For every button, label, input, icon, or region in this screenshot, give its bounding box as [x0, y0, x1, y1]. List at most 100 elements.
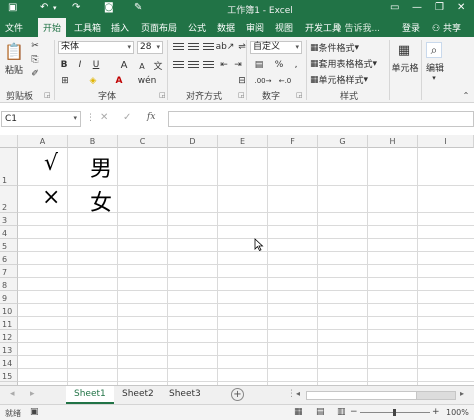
fill-color-icon[interactable]: ◈ [86, 75, 100, 87]
row-header[interactable]: 8 [0, 278, 18, 291]
cut-icon[interactable]: ✂ [30, 41, 40, 51]
share-button[interactable]: ⚇ 共享 [432, 21, 461, 34]
font-size-select[interactable]: 28 ▾ [137, 41, 163, 54]
percent-icon[interactable]: % [273, 59, 285, 71]
zoom-out-icon[interactable]: − [350, 407, 358, 417]
row-header[interactable]: 15 [0, 369, 18, 382]
number-format-select[interactable]: 自定义 ▾ [250, 41, 302, 54]
page-layout-view-icon[interactable]: ▤ [316, 407, 325, 417]
phonetic-icon[interactable]: 文 [152, 59, 164, 72]
font-launcher-icon[interactable]: ◲ [159, 91, 166, 99]
format-painter-icon[interactable]: ✐ [30, 69, 40, 79]
normal-view-icon[interactable]: ▦ [294, 407, 303, 417]
macro-record-icon[interactable]: ▣ [30, 407, 39, 417]
scrollbar-thumb[interactable] [307, 392, 417, 399]
clipboard-launcher-icon[interactable]: ◲ [44, 91, 51, 99]
increase-indent-icon[interactable]: ⇥ [232, 59, 244, 71]
cell-A2[interactable]: × [42, 185, 60, 210]
row-header[interactable]: 11 [0, 317, 18, 330]
enter-icon[interactable]: ✓ [123, 112, 131, 123]
row-header[interactable]: 4 [0, 226, 18, 239]
brush-icon[interactable]: ✎ [134, 2, 142, 13]
save-icon[interactable]: ▣ [8, 2, 17, 13]
tab-insert[interactable]: 插入 [111, 21, 129, 34]
align-right-icon[interactable] [203, 61, 214, 70]
minimize-icon[interactable]: — [412, 2, 422, 13]
add-sheet-icon[interactable]: + [231, 388, 244, 401]
scroll-right-icon[interactable]: ▸ [460, 389, 464, 398]
column-header[interactable]: B [68, 135, 118, 148]
orientation-icon[interactable]: ab↗ [216, 41, 235, 53]
tell-me-search[interactable]: ♀ 告诉我... [335, 21, 380, 34]
tab-formulas[interactable]: 公式 [188, 21, 206, 34]
tab-file[interactable]: 文件 [5, 21, 23, 34]
column-header[interactable]: A [18, 135, 68, 148]
column-header[interactable]: E [218, 135, 268, 148]
row-header[interactable]: 5 [0, 239, 18, 252]
tab-home[interactable]: 开始 [38, 18, 67, 37]
redo-icon[interactable]: ↷ [72, 2, 80, 13]
comma-icon[interactable]: , [290, 59, 302, 71]
font-name-select[interactable]: 宋体 ▾ [58, 41, 134, 54]
column-header[interactable]: H [368, 135, 418, 148]
name-box[interactable]: C1 ▾ [1, 111, 81, 127]
row-header[interactable]: 12 [0, 330, 18, 343]
align-top-icon[interactable] [173, 43, 184, 52]
border-icon[interactable]: ⊞ [58, 75, 72, 87]
paste-button[interactable]: 粘贴 [3, 63, 25, 76]
page-break-view-icon[interactable]: ▥ [337, 407, 346, 417]
decrease-font-icon[interactable]: A [136, 60, 148, 72]
sheet-tab-sheet2[interactable]: Sheet2 [114, 386, 162, 404]
alignment-launcher-icon[interactable]: ◲ [238, 91, 245, 99]
increase-decimal-icon[interactable]: .00→ [254, 75, 272, 87]
column-header[interactable]: C [118, 135, 168, 148]
zoom-in-icon[interactable]: + [432, 407, 440, 417]
sheet-tab-sheet1[interactable]: Sheet1 [66, 386, 114, 404]
prev-sheet-icon[interactable]: ◂ [10, 389, 15, 399]
restore-icon[interactable]: ❐ [435, 2, 444, 13]
row-header[interactable]: 3 [0, 213, 18, 226]
align-left-icon[interactable] [173, 61, 184, 70]
decrease-decimal-icon[interactable]: ←.0 [276, 75, 294, 87]
formula-input[interactable] [168, 111, 474, 127]
row-header[interactable]: 13 [0, 343, 18, 356]
cell-style-button[interactable]: ▦ 单元格样式 ▾ [310, 74, 390, 87]
column-header[interactable]: I [418, 135, 474, 148]
wen-icon[interactable]: wén [138, 75, 157, 87]
column-header[interactable]: G [318, 135, 368, 148]
conditional-format-button[interactable]: ▦ 条件格式 ▾ [310, 42, 390, 55]
row-header[interactable]: 9 [0, 291, 18, 304]
zoom-level[interactable]: 100% [446, 408, 469, 417]
cell-B1[interactable]: 男 [90, 151, 112, 183]
tab-review[interactable]: 审阅 [246, 21, 264, 34]
close-icon[interactable]: ✕ [457, 2, 465, 13]
row-header[interactable]: 2 [0, 186, 18, 213]
cells-icon[interactable]: ▦ [396, 42, 412, 58]
row-header[interactable]: 6 [0, 252, 18, 265]
zoom-slider-thumb[interactable] [393, 409, 396, 416]
next-sheet-icon[interactable]: ▸ [30, 389, 35, 399]
tab-toolbox[interactable]: 工具箱 [74, 21, 101, 34]
horizontal-scrollbar[interactable] [306, 391, 456, 400]
collapse-ribbon-icon[interactable]: ⌃ [461, 90, 471, 100]
font-color-icon[interactable]: A [112, 75, 126, 87]
cell-B2[interactable]: 女 [90, 185, 112, 217]
align-bottom-icon[interactable] [203, 43, 214, 52]
paste-icon[interactable]: 📋 [4, 41, 24, 61]
search-icon[interactable]: ⌕ [426, 42, 442, 58]
login-link[interactable]: 登录 [402, 21, 420, 34]
ribbon-display-icon[interactable]: ▭ [390, 2, 399, 13]
bold-icon[interactable]: B [58, 59, 70, 71]
undo-dropdown-icon[interactable]: ▾ [53, 4, 57, 12]
camera-icon[interactable]: ◙ [104, 2, 114, 13]
zoom-slider[interactable] [360, 409, 430, 416]
align-middle-icon[interactable] [188, 43, 199, 52]
row-header[interactable]: 7 [0, 265, 18, 278]
column-header[interactable]: F [268, 135, 318, 148]
tab-page-layout[interactable]: 页面布局 [141, 21, 177, 34]
table-format-button[interactable]: ▦ 套用表格格式 ▾ [310, 58, 390, 71]
scroll-left-icon[interactable]: ◂ [296, 389, 300, 398]
align-center-icon[interactable] [188, 61, 199, 70]
cancel-icon[interactable]: ✕ [100, 112, 108, 123]
underline-icon[interactable]: U [90, 59, 102, 71]
